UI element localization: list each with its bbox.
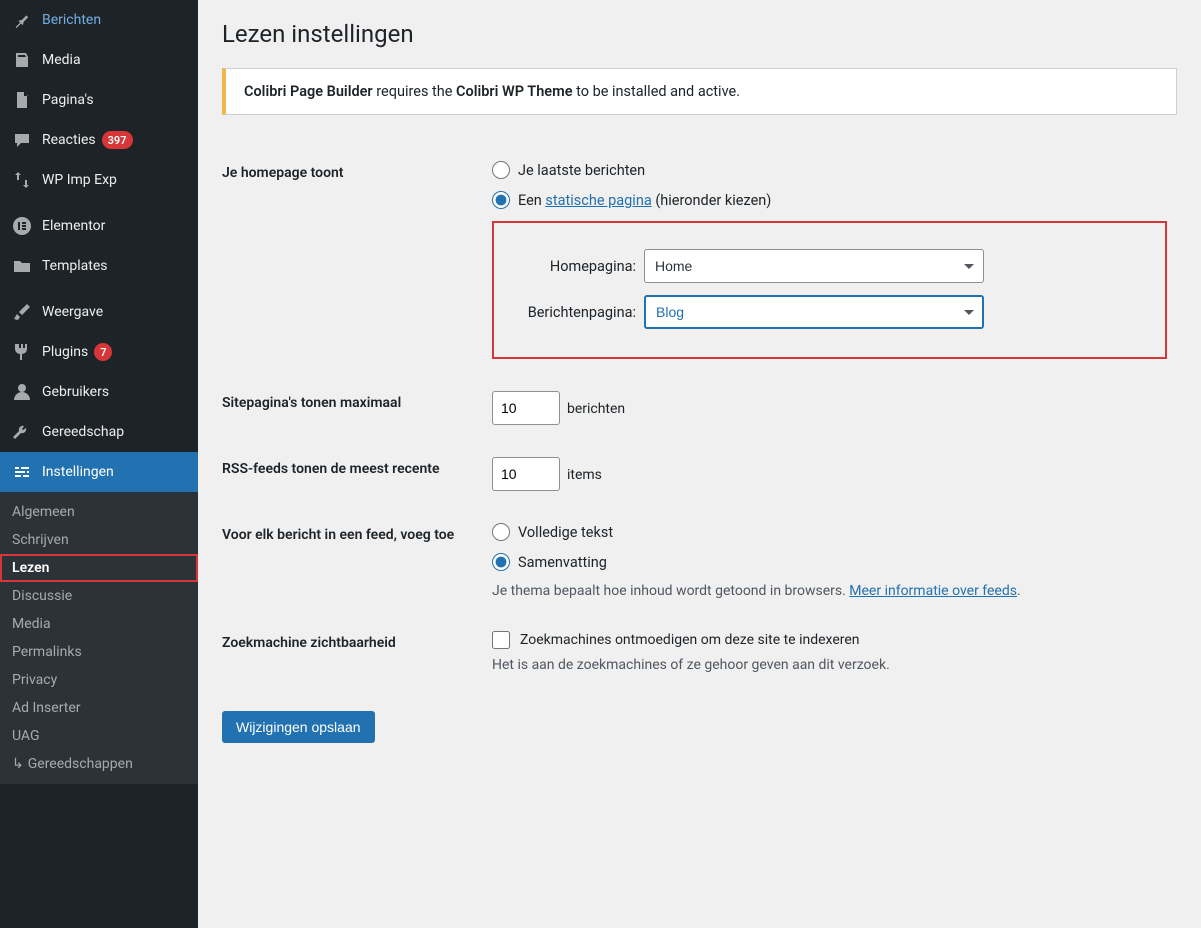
menu-item-users[interactable]: Gebruikers	[0, 372, 198, 412]
menu-label: Media	[42, 52, 81, 68]
radio-full-text[interactable]	[492, 523, 510, 541]
plug-icon	[12, 342, 32, 362]
page-icon	[12, 90, 32, 110]
label-discourage-search[interactable]: Zoekmachines ontmoedigen om deze site te…	[520, 632, 860, 648]
radio-latest-posts[interactable]	[492, 161, 510, 179]
submenu-general[interactable]: Algemeen	[0, 498, 198, 526]
link-static-page[interactable]: statische pagina	[545, 192, 651, 209]
link-feeds-info[interactable]: Meer informatie over feeds	[849, 583, 1017, 599]
brush-icon	[12, 302, 32, 322]
notice-strong-2: Colibri WP Theme	[456, 83, 572, 100]
menu-label: Plugins	[42, 344, 88, 360]
label-posts-page-select: Berichtenpagina:	[506, 304, 636, 321]
main-content: Lezen instellingen Colibri Page Builder …	[198, 0, 1201, 928]
row-homepage-label: Je homepage toont	[222, 145, 482, 375]
import-export-icon	[12, 170, 32, 190]
page-title: Lezen instellingen	[222, 20, 1177, 48]
submenu-discussion[interactable]: Discussie	[0, 582, 198, 610]
notice-colibri: Colibri Page Builder requires the Colibr…	[222, 68, 1177, 115]
checkbox-discourage-search[interactable]	[492, 631, 510, 649]
menu-label: Gebruikers	[42, 384, 109, 400]
menu-item-tools[interactable]: Gereedschap	[0, 412, 198, 452]
notice-strong-1: Colibri Page Builder	[244, 83, 373, 100]
submenu-ad-inserter[interactable]: Ad Inserter	[0, 694, 198, 722]
menu-label: WP Imp Exp	[42, 172, 117, 188]
menu-item-plugins[interactable]: Plugins 7	[0, 332, 198, 372]
menu-label: Reacties	[42, 132, 96, 148]
admin-sidebar: Berichten Media Pagina's Reacties 397 WP…	[0, 0, 198, 928]
menu-label: Templates	[42, 258, 108, 274]
label-summary[interactable]: Samenvatting	[518, 554, 607, 571]
folder-icon	[12, 256, 32, 276]
submenu-uag[interactable]: UAG	[0, 722, 198, 750]
pin-icon	[12, 10, 32, 30]
select-posts-page[interactable]: Blog	[644, 295, 984, 329]
submenu-permalinks[interactable]: Permalinks	[0, 638, 198, 666]
menu-item-comments[interactable]: Reacties 397	[0, 120, 198, 160]
label-latest-posts[interactable]: Je laatste berichten	[518, 162, 645, 179]
feed-description: Je thema bepaalt hoe inhoud wordt getoon…	[492, 583, 1167, 599]
row-sitepages-label: Sitepagina's tonen maximaal	[222, 375, 482, 441]
menu-label: Berichten	[42, 12, 101, 28]
menu-item-settings[interactable]: Instellingen	[0, 452, 198, 492]
submenu-tools[interactable]: ↳Gereedschappen	[0, 750, 198, 778]
menu-item-appearance[interactable]: Weergave	[0, 292, 198, 332]
label-full-text[interactable]: Volledige tekst	[518, 524, 613, 541]
menu-item-media[interactable]: Media	[0, 40, 198, 80]
menu-label: Pagina's	[42, 92, 94, 108]
menu-item-wp-imp-exp[interactable]: WP Imp Exp	[0, 160, 198, 200]
settings-submenu: Algemeen Schrijven Lezen Discussie Media…	[0, 492, 198, 784]
radio-static-page[interactable]	[492, 191, 510, 209]
label-static-page[interactable]: Een statische pagina (hieronder kiezen)	[518, 192, 771, 209]
submenu-privacy[interactable]: Privacy	[0, 666, 198, 694]
suffix-posts: berichten	[567, 401, 625, 417]
comments-badge: 397	[102, 131, 133, 149]
row-feed-label: Voor elk bericht in een feed, voeg toe	[222, 507, 482, 615]
page-select-box: Homepagina: Home Berichtenpagina:	[492, 221, 1167, 359]
select-homepage[interactable]: Home	[644, 249, 984, 283]
submenu-reading[interactable]: Lezen	[0, 554, 198, 582]
input-posts-per-page[interactable]	[492, 391, 560, 425]
comments-icon	[12, 130, 32, 150]
label-homepage-select: Homepagina:	[506, 258, 636, 275]
menu-item-elementor[interactable]: Elementor	[0, 206, 198, 246]
wrench-icon	[12, 422, 32, 442]
arrow-return-icon: ↳	[12, 756, 24, 772]
plugins-badge: 7	[94, 343, 112, 361]
menu-label: Instellingen	[42, 464, 114, 480]
seo-description: Het is aan de zoekmachines of ze gehoor …	[492, 657, 1167, 673]
submenu-media[interactable]: Media	[0, 610, 198, 638]
menu-label: Weergave	[42, 304, 103, 320]
menu-item-templates[interactable]: Templates	[0, 246, 198, 286]
menu-item-pages[interactable]: Pagina's	[0, 80, 198, 120]
elementor-icon	[12, 216, 32, 236]
input-rss-items[interactable]	[492, 457, 560, 491]
menu-label: Elementor	[42, 218, 105, 234]
submenu-writing[interactable]: Schrijven	[0, 526, 198, 554]
row-seo-label: Zoekmachine zichtbaarheid	[222, 615, 482, 689]
save-button[interactable]: Wijzigingen opslaan	[222, 711, 375, 743]
suffix-items: items	[567, 467, 602, 483]
media-icon	[12, 50, 32, 70]
sliders-icon	[12, 462, 32, 482]
menu-item-posts[interactable]: Berichten	[0, 0, 198, 40]
radio-summary[interactable]	[492, 553, 510, 571]
menu-label: Gereedschap	[42, 424, 124, 440]
user-icon	[12, 382, 32, 402]
row-rss-label: RSS-feeds tonen de meest recente	[222, 441, 482, 507]
